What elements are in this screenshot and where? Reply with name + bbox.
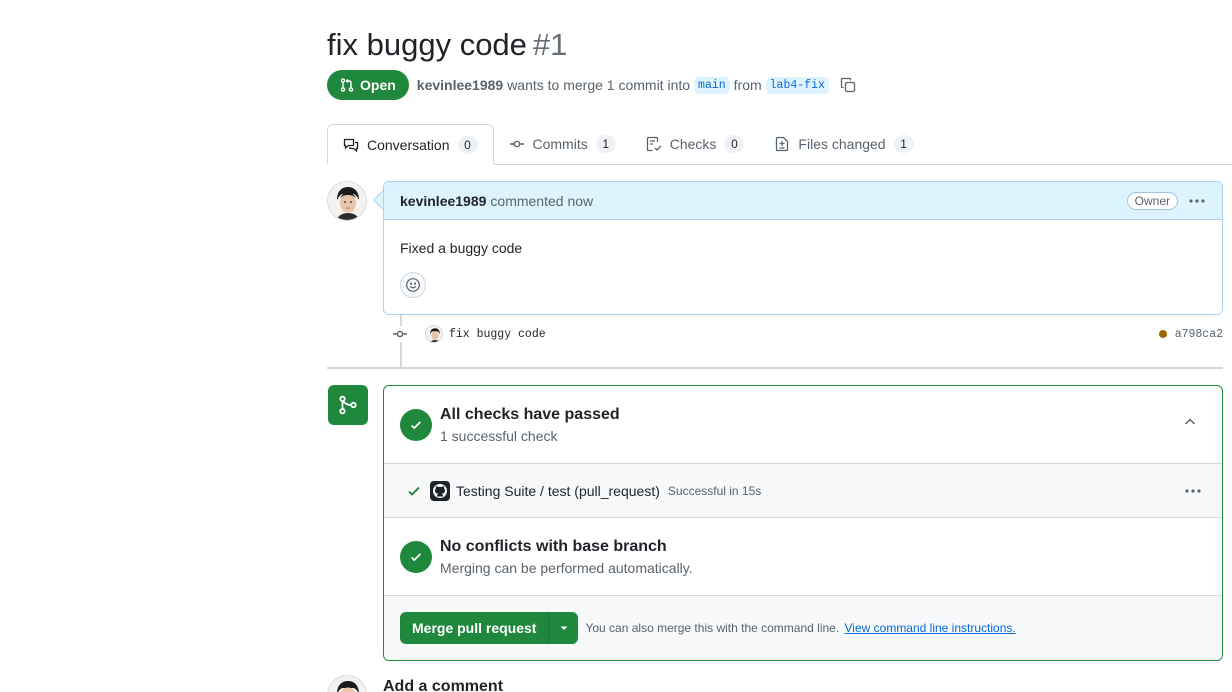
merge-button-group: Merge pull request (400, 612, 579, 644)
check-run-status: Successful in 15s (667, 483, 762, 498)
pr-title: fix buggy code (327, 27, 527, 62)
tab-counter: 0 (457, 135, 478, 154)
tab-counter: 1 (893, 135, 914, 153)
pr-title-row: fix buggy code #1 (327, 26, 567, 64)
comment-author[interactable]: kevinlee1989 (400, 193, 486, 209)
head-branch[interactable]: lab4-fix (765, 76, 829, 94)
owner-label: Owner (1126, 191, 1178, 210)
kebab-horizontal-icon[interactable] (1184, 483, 1202, 502)
chevron-up-icon[interactable] (1182, 414, 1198, 435)
checks-subtitle: 1 successful check (440, 427, 558, 444)
tab-files-changed[interactable]: Files changed 1 (759, 124, 928, 164)
comment-box: kevinlee1989 commented now Owner Fixed a… (383, 181, 1223, 315)
command-line-instructions-link[interactable]: View command line instructions. (845, 621, 1016, 635)
commit-row: fix buggy code a798ca2 (392, 322, 1223, 346)
pull-request-icon (340, 78, 354, 92)
git-merge-icon (328, 385, 368, 425)
check-run-name-link[interactable]: Testing Suite / test (pull_request) (456, 483, 660, 499)
commit-message-link[interactable]: fix buggy code (449, 328, 546, 341)
merge-hint-text: You can also merge this with the command… (585, 621, 840, 635)
tab-checks[interactable]: Checks 0 (631, 124, 760, 164)
commit-sha-group: a798ca2 (1158, 328, 1223, 341)
tab-counter: 1 (595, 135, 616, 153)
git-commit-icon (392, 326, 408, 342)
comment-timestamp[interactable]: commented now (490, 193, 593, 209)
tab-label: Files changed (798, 136, 886, 152)
merge-actions: Merge pull request You can also merge th… (384, 596, 1222, 660)
checks-text: All checks have passed 1 successful chec… (440, 404, 620, 446)
avatar[interactable] (327, 181, 367, 221)
pr-meta: Open kevinlee1989 wants to merge 1 commi… (327, 70, 859, 100)
tab-label: Commits (532, 136, 588, 152)
merge-pull-request-button[interactable]: Merge pull request (400, 612, 550, 644)
comment-body: Fixed a buggy code (400, 240, 523, 256)
check-run-row: Testing Suite / test (pull_request) Succ… (384, 464, 1222, 518)
state-badge: Open (327, 70, 409, 100)
tab-label: Conversation (367, 136, 450, 153)
github-actions-logo-icon (430, 480, 450, 501)
conflicts-title: No conflicts with base branch (440, 537, 667, 555)
smiley-icon[interactable] (400, 272, 426, 298)
commit-sha-link[interactable]: a798ca2 (1175, 328, 1223, 341)
conflicts-text: No conflicts with base branch Merging ca… (440, 536, 693, 578)
conflicts-section: No conflicts with base branch Merging ca… (384, 518, 1222, 596)
merge-text: wants to merge 1 commit into (507, 77, 691, 93)
tab-label: Checks (669, 136, 717, 152)
merge-box: All checks have passed 1 successful chec… (383, 385, 1223, 661)
triangle-down-icon[interactable] (549, 612, 578, 644)
timeline-divider (327, 367, 1223, 369)
file-diff-icon (776, 136, 789, 152)
conflicts-subtitle: Merging can be performed automatically. (440, 559, 693, 576)
pr-tabs: Conversation 0 Commits 1 Checks 0 Files … (327, 124, 1232, 165)
check-icon (408, 486, 420, 496)
avatar[interactable] (327, 675, 367, 692)
pr-number: #1 (532, 27, 568, 62)
status-dot-icon[interactable] (1158, 330, 1167, 338)
add-comment-title: Add a comment (383, 678, 504, 692)
git-commit-icon (509, 140, 524, 148)
copy-icon[interactable] (837, 74, 859, 96)
base-branch[interactable]: main (694, 76, 730, 94)
checklist-icon (646, 136, 662, 152)
check-circle-icon (400, 540, 432, 573)
kebab-horizontal-icon[interactable] (1188, 193, 1206, 209)
commit-author-avatar[interactable] (425, 325, 443, 343)
checks-summary[interactable]: All checks have passed 1 successful chec… (384, 386, 1222, 464)
comment-header: kevinlee1989 commented now Owner (384, 182, 1222, 220)
tab-commits[interactable]: Commits 1 (494, 124, 631, 164)
state-label: Open (360, 77, 396, 93)
merge-hint: You can also merge this with the command… (585, 621, 1015, 635)
checks-title: All checks have passed (440, 405, 620, 423)
tab-counter: 0 (724, 135, 745, 153)
from-text: from (733, 77, 762, 93)
pr-author-link[interactable]: kevinlee1989 (417, 77, 503, 93)
comment-discussion-icon (343, 138, 359, 152)
check-circle-icon (400, 408, 432, 441)
tab-conversation[interactable]: Conversation 0 (327, 124, 494, 165)
